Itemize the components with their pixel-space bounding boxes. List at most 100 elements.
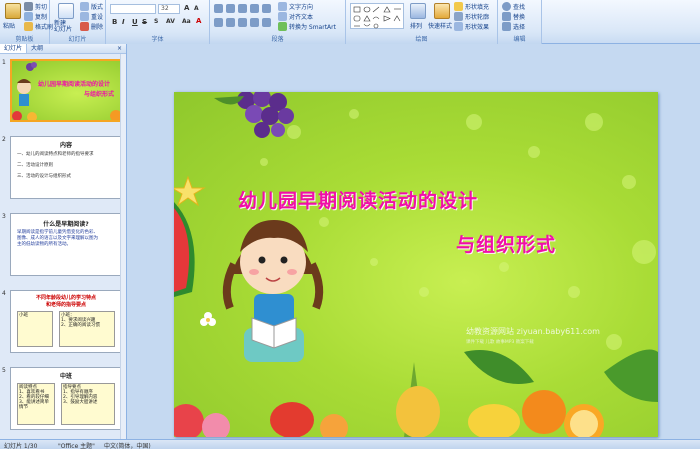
shape-effects-button[interactable]: 形状效果 — [454, 22, 489, 31]
slide-thumbnail-2[interactable]: 内容 一、幼儿的阅读特点和老师的指导要求 二、活动设计原则 三、活动的设计与组织… — [10, 136, 122, 199]
replace-button[interactable]: 替换 — [502, 12, 525, 21]
delete-button[interactable]: 删除 — [80, 22, 103, 31]
font-color-button[interactable]: A — [196, 17, 201, 25]
justify-icon[interactable] — [250, 18, 259, 27]
ribbon: 粘贴 剪切 复制 格式刷 剪贴板 新建 幻灯片 版式 重设 删除 幻灯片 32 … — [0, 0, 700, 44]
slides-panel: 幻灯片 大纲 × 1 幼儿园早期阅读活动的设计 与组织形式 2 内容 一、幼儿的… — [0, 44, 127, 439]
slide-title-line1[interactable]: 幼儿园早期阅读活动的设计 — [238, 186, 478, 213]
thumb-box-right: 指导要点 1、指导有顺序 2、引导理解内容 3、鼓励大胆讲述 — [61, 383, 115, 425]
slide-editor: 幼儿园早期阅读活动的设计 与组织形式 幼教资源网站 ziyuan.baby611… — [128, 44, 700, 439]
slide-thumbnail-4[interactable]: 不同年龄段幼儿的学习特点 和老师的指导要点 小班 小班： 1、要求阅读兴趣 2、… — [10, 290, 122, 353]
shrink-font-icon[interactable]: A — [194, 5, 199, 12]
shapes-gallery[interactable] — [350, 3, 404, 29]
slide-number: 3 — [2, 213, 6, 220]
change-case-button[interactable]: Aa — [182, 18, 191, 25]
strikethrough-button[interactable]: S — [142, 18, 147, 26]
slide-number: 5 — [2, 367, 6, 374]
effects-icon — [454, 22, 463, 31]
watermark-subtext: 课件下载 儿歌 故事MP3 教案下载 — [466, 340, 534, 345]
bold-button[interactable]: B — [112, 18, 117, 26]
thumb-box-left: 阅读特点 1、喜欢看书 2、看的较仔细 3、能讲述简单情节 — [17, 383, 55, 425]
shape-fill-button[interactable]: 形状填充 — [454, 2, 489, 11]
smartart-button[interactable]: 转换为 SmartArt — [278, 22, 336, 31]
layout-button[interactable]: 版式 — [80, 2, 103, 11]
thumb-title: 内容 — [59, 142, 72, 149]
girl-illustration — [222, 220, 324, 362]
thumb-subtitle: 和老师的指导要点 — [45, 302, 86, 308]
font-size-field[interactable]: 32 — [158, 4, 180, 14]
quick-styles-button[interactable]: 快速样式 — [428, 21, 452, 30]
numbering-icon[interactable] — [226, 4, 235, 13]
align-right-icon[interactable] — [238, 18, 247, 27]
paste-button[interactable]: 粘贴 — [3, 21, 15, 30]
drawing-label: 绘图 — [346, 35, 497, 44]
drawing-group: 排列 快速样式 形状填充 形状轮廓 形状效果 绘图 — [346, 0, 498, 44]
slide-thumbnail-1[interactable]: 幼儿园早期阅读活动的设计 与组织形式 — [10, 59, 122, 122]
layout-icon — [80, 2, 89, 11]
reset-button[interactable]: 重设 — [80, 12, 103, 21]
slide-thumbnail-5[interactable]: 中班 阅读特点 1、喜欢看书 2、看的较仔细 3、能讲述简单情节 指导要点 1、… — [10, 367, 122, 430]
thumb-title-line2: 与组织形式 — [84, 91, 115, 98]
flower-icon — [200, 312, 216, 326]
reset-icon — [80, 12, 89, 21]
thumb-title-line1: 幼儿园早期阅读活动的设计 — [38, 81, 111, 88]
text-direction-button[interactable]: 文字方向 — [278, 2, 313, 11]
underline-button[interactable]: U — [132, 18, 138, 26]
thumb-title: 中班 — [59, 373, 72, 380]
cursor-icon — [502, 22, 511, 31]
slide-number: 4 — [2, 290, 6, 297]
thumb-body: 一、幼儿的阅读特点和老师的指导要求 二、活动设计原则 三、活动的设计与组织形式 — [17, 152, 94, 179]
tab-outline[interactable]: 大纲 — [27, 44, 47, 53]
decrease-indent-icon[interactable] — [238, 4, 247, 13]
shape-outline-button[interactable]: 形状轮廓 — [454, 12, 489, 21]
find-icon — [502, 2, 511, 11]
editing-label: 编辑 — [498, 35, 541, 44]
paint-bucket-icon — [454, 2, 463, 11]
new-slide-button[interactable]: 新建 幻灯片 — [54, 21, 72, 33]
smartart-icon — [278, 22, 287, 31]
grapes-icon — [214, 92, 294, 138]
tab-slides[interactable]: 幻灯片 — [0, 44, 28, 53]
align-text-button[interactable]: 对齐文本 — [278, 12, 313, 21]
font-name-field[interactable] — [110, 4, 156, 14]
font-group: 32 A A B I U S S AV Aa A 字体 — [106, 0, 210, 44]
clipboard-group: 粘贴 剪切 复制 格式刷 剪贴板 — [0, 0, 53, 44]
close-panel-icon[interactable]: × — [117, 44, 126, 53]
format-painter-button[interactable]: 格式刷 — [24, 22, 53, 31]
find-button[interactable]: 查找 — [502, 2, 525, 11]
copy-icon — [24, 12, 33, 21]
paragraph-label: 段落 — [210, 35, 345, 44]
panel-scrollbar[interactable] — [120, 54, 126, 439]
grow-font-icon[interactable]: A — [184, 4, 189, 12]
delete-icon — [80, 22, 89, 31]
new-slide-icon — [58, 3, 74, 19]
star-icon — [174, 175, 206, 207]
slide-thumbnail-3[interactable]: 什么是早期阅读? 早期阅读是指学前儿童凭借变化的色彩、 图像、成人的语言以及文字… — [10, 213, 122, 276]
columns-icon[interactable] — [262, 18, 271, 27]
select-button[interactable]: 选择 — [502, 22, 525, 31]
thumb-title: 什么是早期阅读? — [43, 221, 89, 228]
slide-title-line2[interactable]: 与组织形式 — [456, 230, 556, 257]
language-indicator[interactable]: 中文(简体，中国) — [104, 441, 151, 449]
cut-button[interactable]: 剪切 — [24, 2, 47, 11]
thumb-title: 不同年龄段幼儿的学习特点 — [35, 295, 96, 301]
slides-group: 新建 幻灯片 版式 重设 删除 幻灯片 — [50, 0, 106, 44]
increase-indent-icon[interactable] — [250, 4, 259, 13]
italic-button[interactable]: I — [122, 18, 125, 26]
panel-tabs: 幻灯片 大纲 × — [0, 44, 126, 54]
line-spacing-icon[interactable] — [262, 4, 271, 13]
align-center-icon[interactable] — [226, 18, 235, 27]
char-spacing-button[interactable]: AV — [166, 18, 175, 25]
shapes-icon — [353, 6, 401, 29]
pen-icon — [454, 12, 463, 21]
copy-button[interactable]: 复制 — [24, 12, 47, 21]
text-direction-icon — [278, 2, 287, 11]
bullets-icon[interactable] — [214, 4, 223, 13]
clipboard-label: 剪贴板 — [0, 35, 49, 44]
align-left-icon[interactable] — [214, 18, 223, 27]
thumb-box-right: 小班： 1、要求阅读兴趣 2、正确的阅读习惯 — [59, 311, 115, 347]
arrange-button[interactable]: 排列 — [410, 21, 422, 30]
shadow-button[interactable]: S — [154, 18, 158, 25]
slide-artwork — [174, 92, 658, 437]
current-slide[interactable]: 幼儿园早期阅读活动的设计 与组织形式 幼教资源网站 ziyuan.baby611… — [174, 92, 658, 437]
